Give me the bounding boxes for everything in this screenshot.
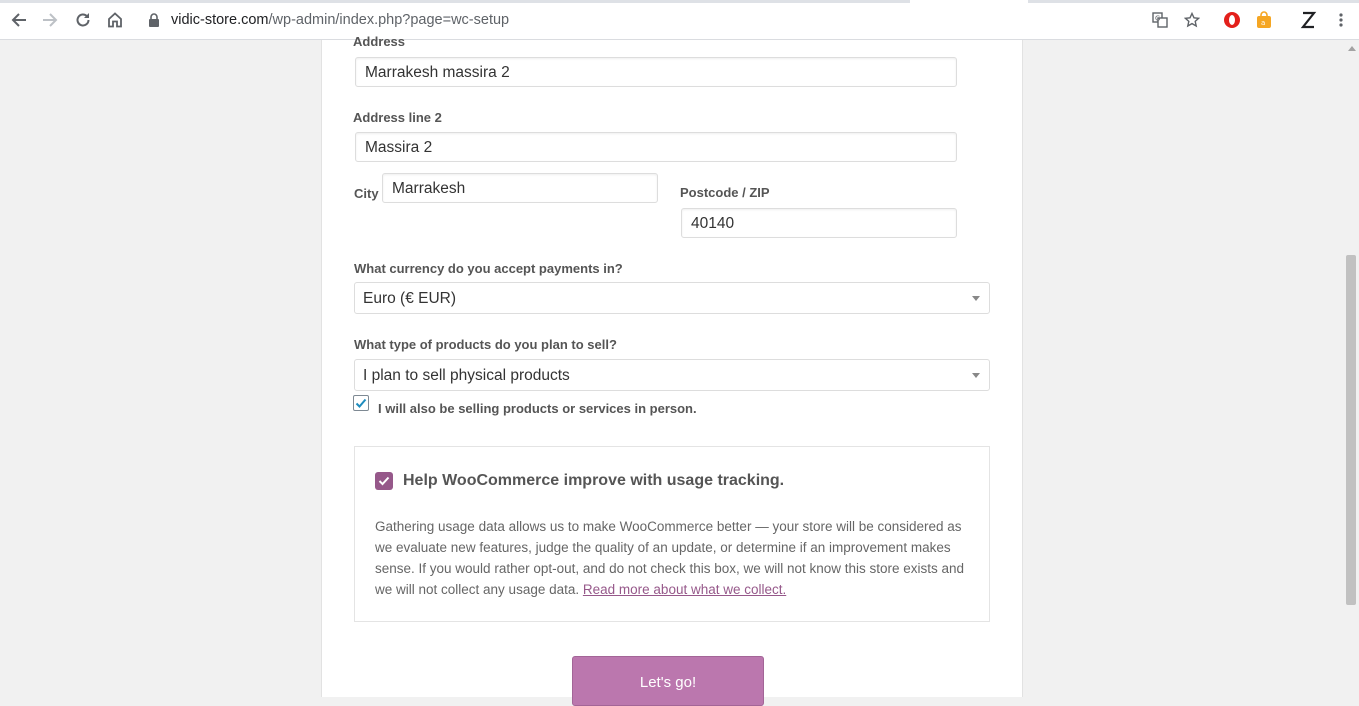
lets-go-button[interactable]: Let's go! (572, 656, 764, 706)
shopping-bag-icon[interactable]: a (1254, 10, 1274, 30)
address2-input[interactable]: Massira 2 (355, 132, 957, 162)
city-input[interactable]: Marrakesh (382, 173, 658, 203)
reload-icon[interactable] (71, 8, 95, 32)
home-icon[interactable] (103, 8, 127, 32)
svg-text:G: G (1155, 15, 1160, 23)
read-more-link[interactable]: Read more about what we collect. (583, 582, 786, 597)
bookmark-star-icon[interactable] (1182, 10, 1202, 30)
usage-tracking-checkbox[interactable] (375, 472, 393, 490)
checkmark-icon (378, 476, 390, 486)
back-icon[interactable] (7, 8, 31, 32)
dropdown-caret-icon (972, 296, 980, 301)
extension-z-icon[interactable] (1298, 10, 1318, 30)
postcode-label: Postcode / ZIP (680, 185, 770, 200)
tab-strip-right (1028, 0, 1359, 3)
scrollbar-thumb[interactable] (1346, 255, 1356, 605)
address-input[interactable]: Marrakesh massira 2 (355, 57, 957, 87)
page-scrollbar[interactable] (1344, 40, 1359, 697)
browser-toolbar: vidic-store.com/wp-admin/index.php?page=… (0, 0, 1359, 40)
product-type-select[interactable]: I plan to sell physical products (354, 359, 990, 391)
address-bar[interactable]: vidic-store.com/wp-admin/index.php?page=… (140, 7, 1210, 35)
currency-selected-value: Euro (€ EUR) (363, 290, 457, 307)
tab-strip (0, 0, 910, 3)
product-type-label: What type of products do you plan to sel… (354, 337, 617, 352)
scroll-up-arrow-icon[interactable] (1348, 46, 1356, 51)
svg-text:a: a (1261, 19, 1265, 27)
forward-icon[interactable] (38, 8, 62, 32)
in-person-label: I will also be selling products or servi… (378, 401, 697, 416)
currency-select[interactable]: Euro (€ EUR) (354, 282, 990, 314)
url-text: vidic-store.com/wp-admin/index.php?page=… (171, 12, 509, 28)
lock-icon (148, 13, 160, 32)
opera-vpn-icon[interactable] (1222, 10, 1242, 30)
address2-label: Address line 2 (353, 110, 442, 125)
address-label: Address (353, 34, 406, 49)
checkmark-icon (355, 398, 367, 408)
dropdown-caret-icon (972, 373, 980, 378)
usage-tracking-description: Gathering usage data allows us to make W… (375, 516, 975, 600)
city-label: City (354, 186, 379, 201)
menu-kebab-icon[interactable] (1331, 10, 1351, 30)
url-path: /wp-admin/index.php?page=wc-setup (268, 12, 510, 28)
product-type-selected-value: I plan to sell physical products (363, 367, 570, 384)
translate-icon[interactable]: G (1150, 10, 1170, 30)
usage-tracking-title: Help WooCommerce improve with usage trac… (403, 472, 785, 489)
in-person-checkbox[interactable] (353, 395, 369, 411)
postcode-input[interactable]: 40140 (681, 208, 957, 238)
url-host: vidic-store.com (171, 12, 269, 28)
currency-label: What currency do you accept payments in? (354, 261, 623, 276)
